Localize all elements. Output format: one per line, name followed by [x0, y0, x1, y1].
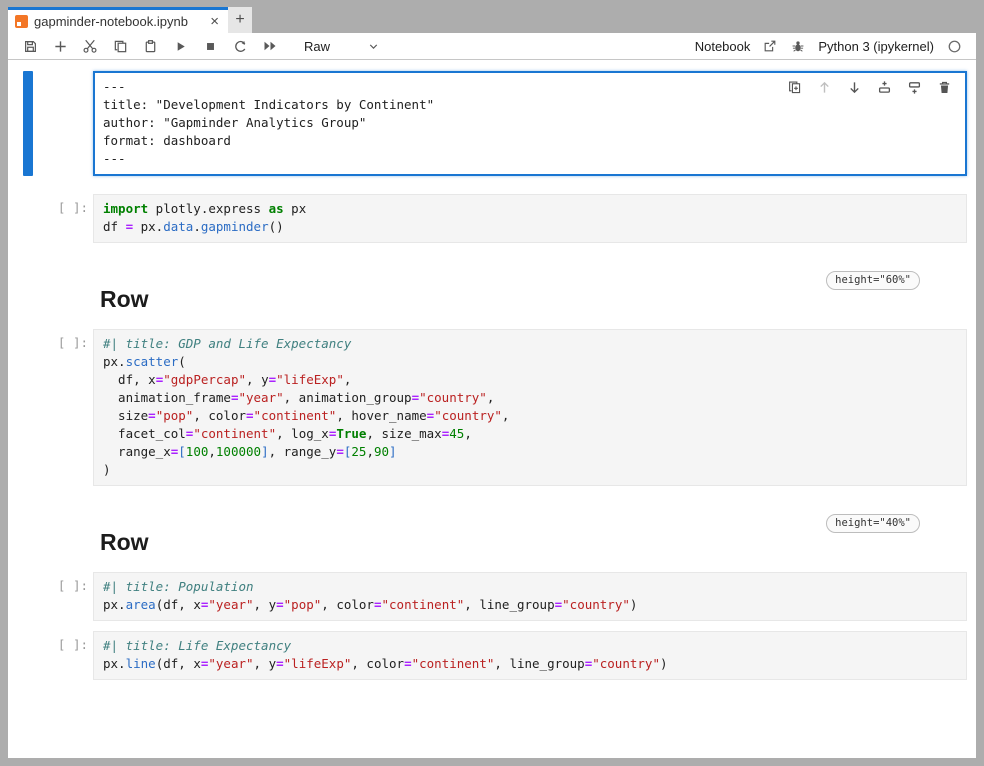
- cell-row-raw: ---title: "Development Indicators by Con…: [23, 71, 967, 176]
- cell-row-code-scatter: [ ]: #| title: GDP and Life Expectancypx…: [23, 329, 967, 486]
- height-badge: height="40%": [826, 514, 920, 533]
- notebook-content: ---title: "Development Indicators by Con…: [8, 60, 976, 758]
- execution-prompt: [ ]:: [58, 200, 88, 215]
- stop-icon[interactable]: [202, 38, 218, 54]
- code-editor[interactable]: #| title: Populationpx.area(df, x="year"…: [103, 578, 958, 614]
- markdown-cell-row-2[interactable]: height="40%" Row: [93, 514, 967, 560]
- tab-bar: gapminder-notebook.ipynb × +: [8, 7, 976, 33]
- notebook-file-icon: [15, 15, 28, 28]
- notebook-mode-label: Notebook: [695, 39, 751, 54]
- prompt-gutter: [33, 271, 93, 317]
- markdown-cell-row-1[interactable]: height="60%" Row: [93, 271, 967, 317]
- move-cell-up-icon[interactable]: [817, 80, 832, 95]
- prompt-gutter: [ ]:: [33, 194, 93, 243]
- cell-collapser[interactable]: [23, 329, 33, 486]
- cell-row-markdown-1: height="60%" Row: [23, 271, 967, 317]
- raw-cell-frontmatter[interactable]: ---title: "Development Indicators by Con…: [93, 71, 967, 176]
- restart-run-all-icon[interactable]: [262, 38, 278, 54]
- insert-cell-below-icon[interactable]: [907, 80, 922, 95]
- kernel-status-icon[interactable]: [946, 38, 962, 54]
- execution-prompt: [ ]:: [58, 637, 88, 652]
- code-editor[interactable]: #| title: Life Expectancypx.line(df, x="…: [103, 637, 958, 673]
- tab-title: gapminder-notebook.ipynb: [34, 14, 203, 29]
- prompt-gutter: [ ]:: [33, 572, 93, 621]
- jupyterlab-window: gapminder-notebook.ipynb × +: [0, 0, 984, 766]
- cell-collapser[interactable]: [23, 631, 33, 680]
- cell-row-code-line: [ ]: #| title: Life Expectancypx.line(df…: [23, 631, 967, 680]
- kernel-name: Python 3 (ipykernel): [818, 39, 934, 54]
- code-cell-scatter[interactable]: #| title: GDP and Life Expectancypx.scat…: [93, 329, 967, 486]
- cell-collapser[interactable]: [23, 572, 33, 621]
- cell-collapser[interactable]: [23, 271, 33, 317]
- external-link-icon[interactable]: [762, 38, 778, 54]
- code-editor[interactable]: #| title: GDP and Life Expectancypx.scat…: [103, 335, 958, 479]
- debugger-bug-icon[interactable]: [790, 38, 806, 54]
- cell-collapser[interactable]: [23, 514, 33, 560]
- cell-collapser[interactable]: [23, 71, 33, 176]
- cell-type-select[interactable]: Raw: [304, 39, 380, 54]
- height-badge: height="60%": [826, 271, 920, 290]
- new-tab-button[interactable]: +: [228, 7, 252, 33]
- cell-collapser[interactable]: [23, 194, 33, 243]
- move-cell-down-icon[interactable]: [847, 80, 862, 95]
- code-editor[interactable]: import plotly.express as pxdf = px.data.…: [103, 200, 958, 236]
- prompt-gutter: [33, 514, 93, 560]
- delete-cell-icon[interactable]: [937, 80, 952, 95]
- notebook-panel: Raw Notebook Python 3: [8, 33, 976, 758]
- execution-prompt: [ ]:: [58, 578, 88, 593]
- code-cell-area[interactable]: #| title: Populationpx.area(df, x="year"…: [93, 572, 967, 621]
- cell-row-markdown-2: height="40%" Row: [23, 514, 967, 560]
- restart-kernel-icon[interactable]: [232, 38, 248, 54]
- insert-cell-icon[interactable]: [52, 38, 68, 54]
- cut-icon[interactable]: [82, 38, 98, 54]
- cell-toolbar: [787, 80, 952, 95]
- execution-prompt: [ ]:: [58, 335, 88, 350]
- code-cell-line[interactable]: #| title: Life Expectancypx.line(df, x="…: [93, 631, 967, 680]
- insert-cell-above-icon[interactable]: [877, 80, 892, 95]
- code-cell-import[interactable]: import plotly.express as pxdf = px.data.…: [93, 194, 967, 243]
- duplicate-cell-icon[interactable]: [787, 80, 802, 95]
- prompt-gutter: [ ]:: [33, 631, 93, 680]
- copy-icon[interactable]: [112, 38, 128, 54]
- prompt-gutter: [33, 71, 93, 176]
- cell-row-code-area: [ ]: #| title: Populationpx.area(df, x="…: [23, 572, 967, 621]
- tab-gapminder-notebook[interactable]: gapminder-notebook.ipynb ×: [8, 7, 228, 33]
- cell-type-value: Raw: [304, 39, 330, 54]
- toolbar-right: Notebook Python 3 (ipykernel): [695, 38, 962, 54]
- prompt-gutter: [ ]:: [33, 329, 93, 486]
- cell-row-code-import: [ ]: import plotly.express as pxdf = px.…: [23, 194, 967, 243]
- chevron-down-icon: [367, 40, 380, 53]
- notebook-toolbar: Raw Notebook Python 3: [8, 33, 976, 60]
- close-icon[interactable]: ×: [209, 14, 220, 29]
- paste-icon[interactable]: [142, 38, 158, 54]
- plus-icon: +: [235, 11, 244, 29]
- run-icon[interactable]: [172, 38, 188, 54]
- save-icon[interactable]: [22, 38, 38, 54]
